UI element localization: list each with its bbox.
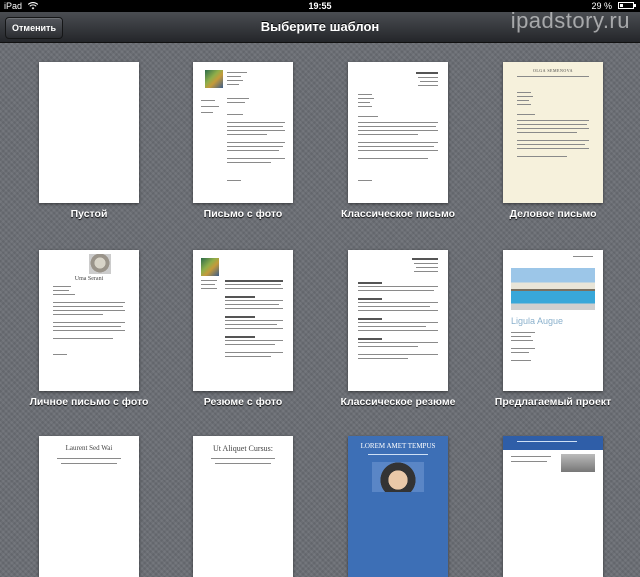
photo-image xyxy=(511,268,595,310)
template-thumbnail[interactable] xyxy=(193,62,293,203)
photo-image xyxy=(201,258,219,276)
template-thumbnail[interactable]: Ligula Augue xyxy=(503,250,603,391)
template-thumbnail[interactable] xyxy=(348,62,448,203)
thumbnail-heading: OLGA SEMENOVA xyxy=(532,68,574,73)
template-thumbnail[interactable] xyxy=(348,250,448,391)
template-thumbnail[interactable]: LOREM AMET TEMPUS xyxy=(348,436,448,577)
cancel-button[interactable]: Отменить xyxy=(5,17,63,39)
template-thumbnail[interactable] xyxy=(193,250,293,391)
thumbnail-heading: Uma Serani xyxy=(74,276,104,282)
thumbnail-heading: Laurent Sed Wai xyxy=(65,444,113,452)
template-thumbnail[interactable]: OLGA SEMENOVA xyxy=(503,62,603,203)
photo-image xyxy=(561,454,595,472)
photo-image xyxy=(89,254,111,274)
watermark: ipadstory.ru xyxy=(510,8,630,33)
photo-image xyxy=(205,70,223,88)
photo-image xyxy=(372,462,424,492)
template-label: Личное письмо с фото xyxy=(29,396,149,408)
template-thumbnail[interactable] xyxy=(39,62,139,203)
template-label: Классическое письмо xyxy=(340,208,456,220)
template-label: Классическое резюме xyxy=(340,396,456,408)
template-thumbnail[interactable]: Laurent Sed Wai xyxy=(39,436,139,577)
thumbnail-heading: Ut Aliquet Cursus: xyxy=(212,444,273,453)
template-label: Пустой xyxy=(70,208,108,220)
thumbnail-heading: LOREM AMET TEMPUS xyxy=(360,442,436,450)
template-label: Предлагаемый проект xyxy=(494,396,612,408)
template-thumbnail[interactable] xyxy=(503,436,603,577)
thumbnail-banner xyxy=(503,436,603,450)
template-label: Деловое письмо xyxy=(509,208,597,220)
template-label: Резюме с фото xyxy=(203,396,283,408)
template-thumbnail[interactable]: Uma Serani xyxy=(39,250,139,391)
template-label: Письмо с фото xyxy=(203,208,283,220)
template-thumbnail[interactable]: Ut Aliquet Cursus: xyxy=(193,436,293,577)
thumbnail-heading: Ligula Augue xyxy=(511,316,564,326)
